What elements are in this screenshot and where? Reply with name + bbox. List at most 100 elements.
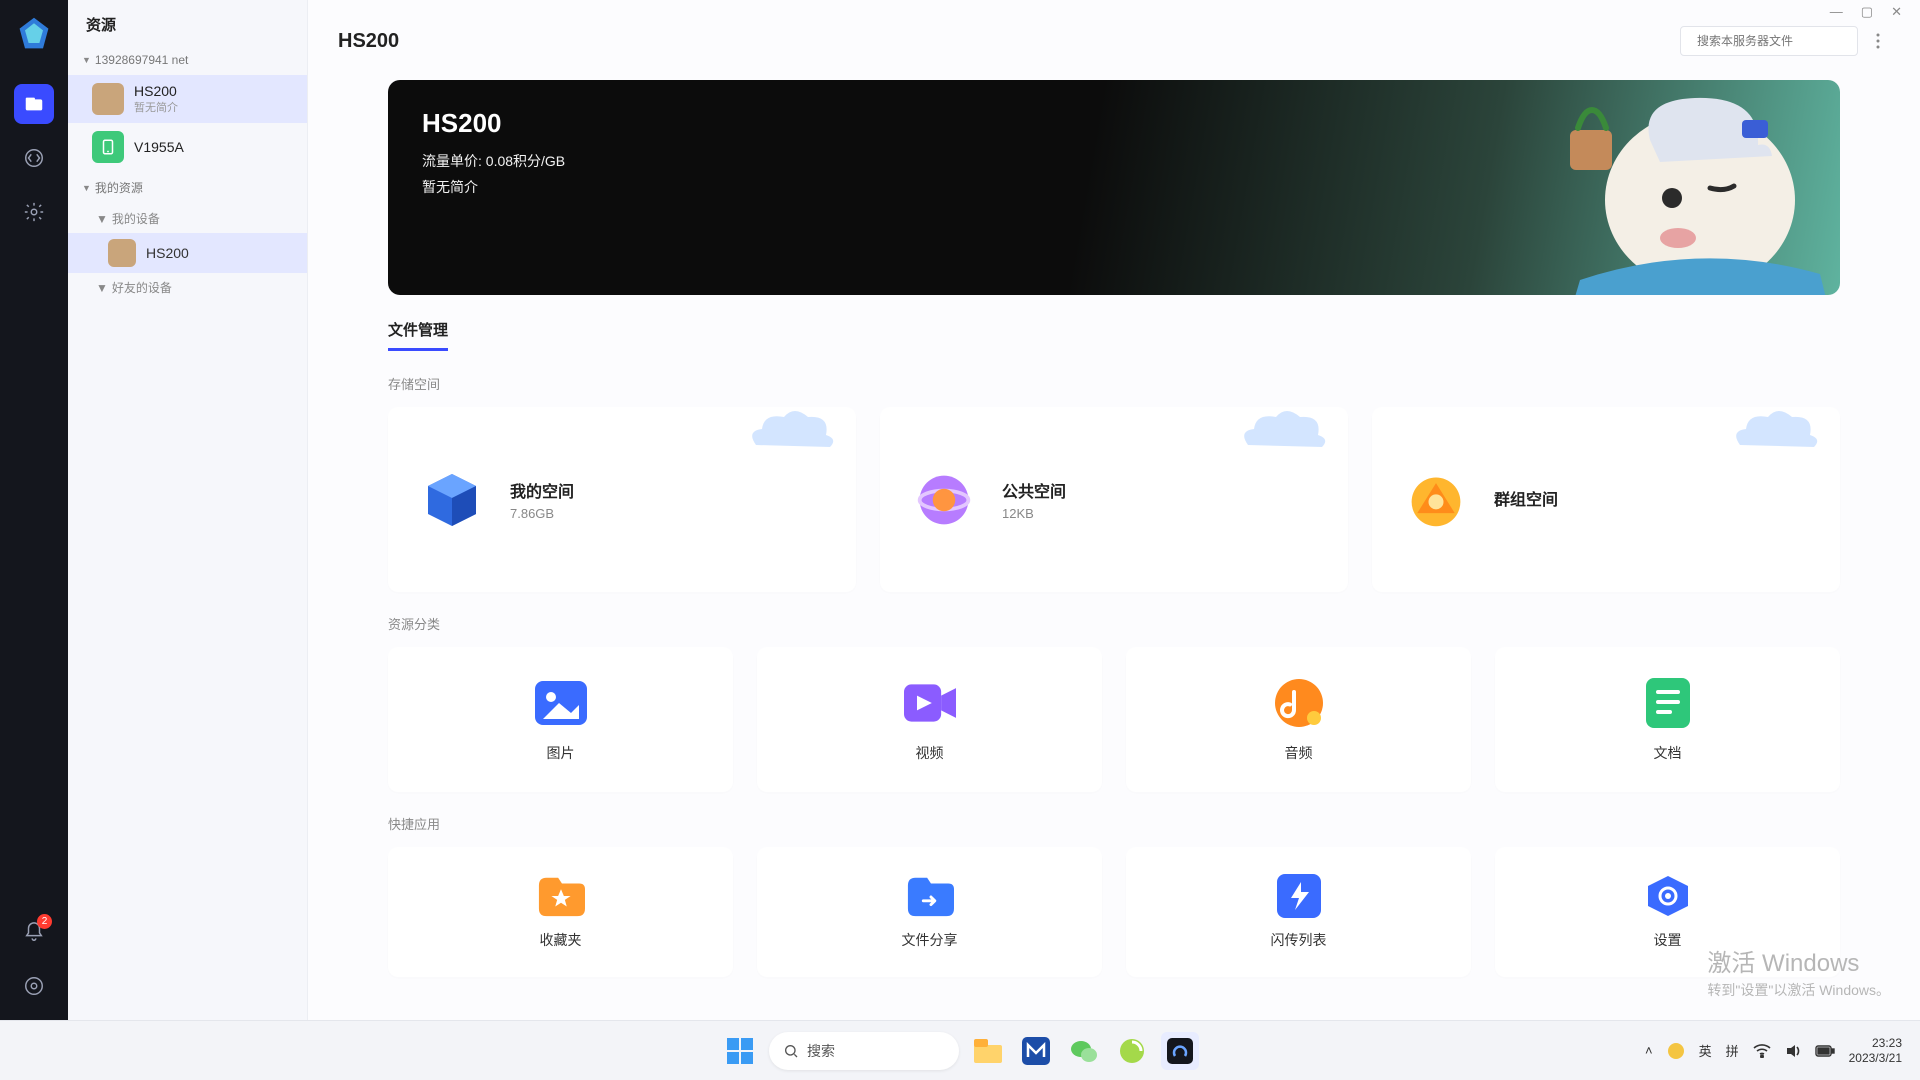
taskbar-app-green[interactable] bbox=[1113, 1032, 1151, 1070]
quick-label: 文件分享 bbox=[902, 930, 958, 950]
wifi-icon[interactable] bbox=[1753, 1044, 1771, 1058]
tray-clock[interactable]: 23:23 2023/3/21 bbox=[1849, 1036, 1902, 1065]
category-label: 音频 bbox=[1285, 743, 1313, 763]
notification-badge: 2 bbox=[37, 914, 52, 929]
tabs: 文件管理 bbox=[388, 319, 1840, 352]
window-maximize-button[interactable]: ▢ bbox=[1861, 4, 1873, 18]
tree-item-sub: 暂无简介 bbox=[134, 99, 178, 115]
device-thumb bbox=[92, 83, 124, 115]
star-folder-icon bbox=[537, 874, 585, 918]
section-quick-label: 快捷应用 bbox=[388, 814, 1840, 833]
search-input[interactable] bbox=[1697, 34, 1852, 48]
caret-icon: ▼ bbox=[82, 55, 91, 65]
tree-item-hs200[interactable]: HS200 暂无简介 bbox=[68, 75, 307, 123]
content-scroll[interactable]: HS200 流量单价: 0.08积分/GB 暂无简介 文件管理 bbox=[308, 60, 1920, 1020]
caret-icon: ▼ bbox=[82, 183, 91, 193]
category-audio[interactable]: 音频 bbox=[1126, 647, 1471, 792]
cloud-icon bbox=[1730, 407, 1820, 451]
section-category-label: 资源分类 bbox=[388, 614, 1840, 633]
rail-about[interactable] bbox=[14, 966, 54, 1006]
category-docs[interactable]: 文档 bbox=[1495, 647, 1840, 792]
video-icon bbox=[904, 677, 956, 729]
taskbar: 搜索 ˄ 英 拼 23:23 2023/3/21 bbox=[0, 1020, 1920, 1080]
start-button[interactable] bbox=[721, 1032, 759, 1070]
caret-icon: ▼ bbox=[96, 212, 108, 226]
category-images[interactable]: 图片 bbox=[388, 647, 733, 792]
tree-group-net[interactable]: ▼ 13928697941 net bbox=[68, 45, 307, 75]
storage-group-space[interactable]: 群组空间 bbox=[1372, 407, 1840, 592]
storage-public-space[interactable]: 公共空间 12KB bbox=[880, 407, 1348, 592]
quick-label: 设置 bbox=[1654, 930, 1682, 950]
rail-notifications[interactable]: 2 bbox=[14, 912, 54, 952]
audio-icon bbox=[1273, 677, 1325, 729]
quick-flash-transfer[interactable]: 闪传列表 bbox=[1126, 847, 1471, 977]
taskbar-app-wechat[interactable] bbox=[1065, 1032, 1103, 1070]
volume-icon[interactable] bbox=[1785, 1043, 1801, 1059]
triangle-icon bbox=[1400, 464, 1472, 536]
taskbar-search[interactable]: 搜索 bbox=[769, 1032, 959, 1070]
storage-title: 我的空间 bbox=[510, 478, 574, 502]
tab-file-manage[interactable]: 文件管理 bbox=[388, 319, 448, 351]
tray-ime-mode[interactable]: 拼 bbox=[1726, 1041, 1739, 1060]
taskbar-app-current[interactable] bbox=[1161, 1032, 1199, 1070]
lightning-icon bbox=[1275, 874, 1323, 918]
taskbar-app-maxthon[interactable] bbox=[1017, 1032, 1055, 1070]
more-menu-button[interactable] bbox=[1866, 26, 1890, 56]
globe-icon bbox=[908, 464, 980, 536]
gear-hex-icon bbox=[1644, 874, 1692, 918]
image-icon bbox=[535, 677, 587, 729]
category-videos[interactable]: 视频 bbox=[757, 647, 1102, 792]
storage-size: 12KB bbox=[1002, 506, 1066, 521]
tree-group-label: 我的资源 bbox=[95, 179, 143, 196]
topbar: HS200 bbox=[308, 0, 1920, 60]
share-folder-icon bbox=[906, 874, 954, 918]
storage-title: 群组空间 bbox=[1494, 486, 1558, 510]
hero-banner: HS200 流量单价: 0.08积分/GB 暂无简介 bbox=[388, 80, 1840, 295]
tray-ime-lang[interactable]: 英 bbox=[1699, 1041, 1712, 1060]
hero-illustration bbox=[1510, 80, 1840, 295]
category-label: 文档 bbox=[1654, 743, 1682, 763]
tray-chevron-icon[interactable]: ˄ bbox=[1645, 1043, 1653, 1058]
tree-item-name: V1955A bbox=[134, 139, 184, 155]
tree-group-label: 13928697941 net bbox=[95, 53, 188, 67]
cloud-icon bbox=[1238, 407, 1328, 451]
tree-item-v1955a[interactable]: V1955A bbox=[68, 123, 307, 171]
quick-favorites[interactable]: 收藏夹 bbox=[388, 847, 733, 977]
tray-security-icon[interactable] bbox=[1667, 1042, 1685, 1060]
battery-icon[interactable] bbox=[1815, 1044, 1835, 1058]
tree-subitem-hs200[interactable]: HS200 bbox=[68, 233, 307, 273]
nav-rail: 2 bbox=[0, 0, 68, 1020]
tree-item-name: HS200 bbox=[134, 83, 178, 99]
cloud-icon bbox=[746, 407, 836, 451]
quick-label: 闪传列表 bbox=[1271, 930, 1327, 950]
tree-subitem-name: HS200 bbox=[146, 245, 189, 261]
window-close-button[interactable]: ✕ bbox=[1891, 4, 1902, 18]
category-label: 视频 bbox=[916, 743, 944, 763]
rail-transfer[interactable] bbox=[14, 138, 54, 178]
device-thumb bbox=[92, 131, 124, 163]
caret-icon: ▼ bbox=[96, 281, 108, 295]
sidebar: 资源 ▼ 13928697941 net HS200 暂无简介 V1955A bbox=[68, 0, 308, 1020]
search-icon bbox=[783, 1043, 799, 1059]
tree-subgroup-friends[interactable]: ▼ 好友的设备 bbox=[68, 273, 307, 302]
section-storage-label: 存储空间 bbox=[388, 374, 1840, 393]
rail-resources[interactable] bbox=[14, 84, 54, 124]
storage-my-space[interactable]: 我的空间 7.86GB bbox=[388, 407, 856, 592]
storage-size: 7.86GB bbox=[510, 506, 574, 521]
app-logo bbox=[14, 14, 54, 54]
page-title: HS200 bbox=[338, 30, 399, 53]
search-box[interactable] bbox=[1680, 26, 1858, 56]
quick-share[interactable]: 文件分享 bbox=[757, 847, 1102, 977]
tree-group-my[interactable]: ▼ 我的资源 bbox=[68, 171, 307, 204]
kebab-icon bbox=[1876, 33, 1880, 49]
main: HS200 HS200 流量单价: 0.08积分/GB 暂无简介 bbox=[308, 0, 1920, 1020]
rail-settings[interactable] bbox=[14, 192, 54, 232]
window-minimize-button[interactable]: — bbox=[1830, 4, 1843, 18]
taskbar-explorer[interactable] bbox=[969, 1032, 1007, 1070]
quick-label: 收藏夹 bbox=[540, 930, 582, 950]
device-thumb bbox=[108, 239, 136, 267]
window-controls: — ▢ ✕ bbox=[1830, 0, 1920, 18]
cube-icon bbox=[416, 464, 488, 536]
quick-settings[interactable]: 设置 bbox=[1495, 847, 1840, 977]
tree-subgroup-mydevices[interactable]: ▼ 我的设备 bbox=[68, 204, 307, 233]
